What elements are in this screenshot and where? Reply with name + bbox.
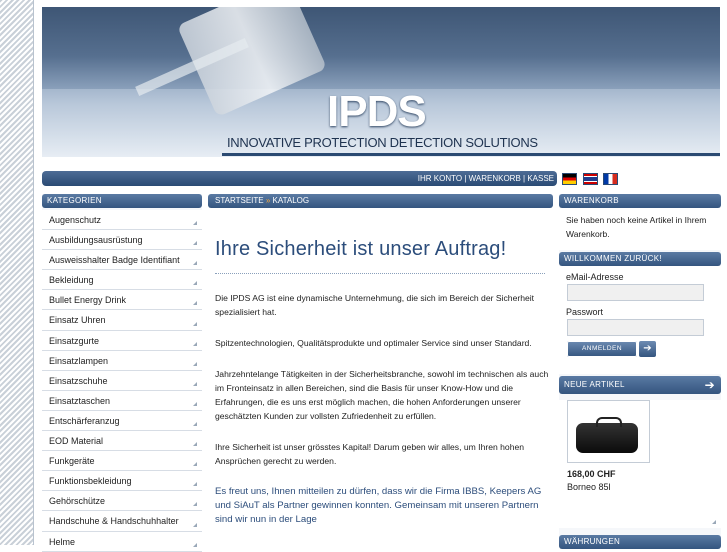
duffel-bag-graphic [576,417,638,453]
cart-empty-message: Sie haben noch keine Artikel in Ihrem Wa… [559,208,721,250]
nav-checkout-link[interactable]: KASSE [527,174,554,183]
experience-paragraph: Jahrzehntelange Tätigkeiten in der Siche… [215,369,549,421]
main-content: STARTSEITE » KATALOG Ihre Sicherheit ist… [208,194,553,545]
category-item[interactable]: Handschuhe & Handschuhhalter [42,511,202,532]
category-item[interactable]: Einsatztaschen [42,390,202,411]
breadcrumb-current[interactable]: KATALOG [273,196,310,205]
currencies-heading: WÄHRUNGEN [559,535,721,549]
intro-paragraph: Die IPDS AG ist eine dynamische Unterneh… [215,293,535,317]
login-arrow-icon[interactable]: ➔ [639,341,656,357]
security-paragraph: Ihre Sicherheit ist unser grösstes Kapit… [215,442,525,466]
french-flag-icon[interactable] [603,173,619,185]
decorative-stripe-border [0,0,34,545]
cart-heading: WARENKORB [559,194,721,208]
login-actions: ANMELDEN ➔ [567,341,721,359]
resize-corner-icon [712,520,716,524]
password-field[interactable] [567,319,704,336]
partners-paragraph: Es freut uns, Ihnen mitteilen zu dürfen,… [215,486,542,525]
product-name[interactable]: Borneo 85l [567,481,713,494]
product-image[interactable] [567,400,650,463]
category-item[interactable]: EOD Material [42,431,202,452]
breadcrumb-home-link[interactable]: STARTSEITE [215,196,264,205]
nav-account-link[interactable]: IHR KONTO [418,174,462,183]
header-divider [222,153,720,156]
category-item[interactable]: Einsatzlampen [42,350,202,371]
email-label: eMail-Adresse [566,272,624,282]
login-heading: WILLKOMMEN ZURÜCK! [559,252,721,266]
category-item[interactable]: Entschärferanzug [42,410,202,432]
new-products-title: NEUE ARTIKEL [564,380,625,389]
category-item[interactable]: Gehörschütze [42,491,202,512]
categories-heading: KATEGORIEN [42,194,202,208]
top-navigation: IHR KONTO | WARENKORB | KASSE [42,171,557,186]
product-price: 168,00 CHF [567,469,616,479]
german-flag-icon[interactable] [562,173,577,185]
category-item[interactable]: Ausweisshalter Badge Identifiant [42,250,202,271]
login-button[interactable]: ANMELDEN [567,341,637,357]
language-selector [562,173,621,186]
right-sidebar: WARENKORB Sie haben noch keine Artikel i… [559,194,721,549]
breadcrumb: STARTSEITE » KATALOG [208,194,553,208]
password-label: Passwort [566,307,604,317]
category-item[interactable]: Einsatz Uhren [42,310,202,331]
breadcrumb-separator: » [263,196,273,205]
header-background [42,7,720,89]
category-item[interactable]: Einsatzgurte [42,330,202,351]
category-item[interactable]: Helme [42,531,202,552]
site-tagline: INNOVATIVE PROTECTION DETECTION SOLUTION… [227,135,538,150]
category-item[interactable]: Bekleidung [42,270,202,291]
email-field[interactable] [567,284,704,301]
category-sidebar: KATEGORIEN Augenschutz Ausbildungsausrüs… [42,194,202,552]
category-item[interactable]: Einsatzschuhe [42,370,202,391]
page-title: Ihre Sicherheit ist unser Auftrag! [215,238,507,260]
category-item[interactable]: Funktionsbekleidung [42,471,202,492]
new-products-heading[interactable]: NEUE ARTIKEL ➔ [559,376,721,394]
category-item[interactable]: Bullet Energy Drink [42,290,202,311]
site-logo[interactable]: IPDS [327,87,427,137]
arrow-right-icon[interactable]: ➔ [705,376,715,394]
standards-paragraph: Spitzentechnologien, Qualitätsprodukte u… [215,338,532,348]
new-product-card[interactable]: 168,00 CHF Borneo 85l [559,400,721,528]
login-box: eMail-Adresse Passwort ANMELDEN ➔ [559,266,721,374]
category-item[interactable]: Augenschutz [42,210,202,231]
category-item[interactable]: Funkgeräte [42,451,202,472]
category-item[interactable]: Ausbildungsausrüstung [42,230,202,251]
nav-cart-link[interactable]: WARENKORB [469,174,521,183]
english-flag-icon[interactable] [582,173,598,185]
site-header: IPDS INNOVATIVE PROTECTION DETECTION SOL… [42,7,720,157]
title-divider [215,273,545,274]
page-container: IPDS INNOVATIVE PROTECTION DETECTION SOL… [37,0,727,552]
